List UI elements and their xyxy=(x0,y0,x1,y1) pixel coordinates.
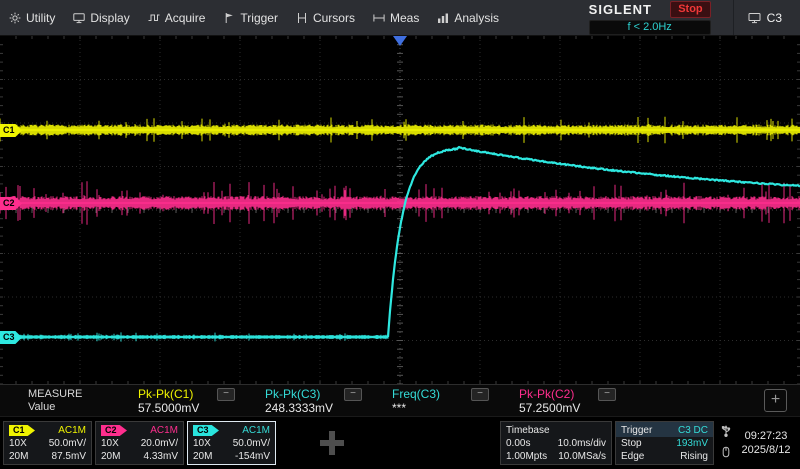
measure-label: Pk-Pk(C1) xyxy=(138,387,193,401)
top-menu-bar: Utility Display Acquire Trigger Cursors xyxy=(0,0,800,36)
menu-acquire[interactable]: Acquire xyxy=(139,0,215,35)
timebase-scale: 10.0ms/div xyxy=(558,438,606,449)
menu-analysis-label: Analysis xyxy=(454,11,499,25)
active-channel-indicator[interactable]: C3 xyxy=(733,0,796,35)
trigger-title: Trigger xyxy=(621,425,652,436)
measure-col-1: Pk-Pk(C1) − 57.5000mV xyxy=(112,385,239,416)
measure-value: 57.5000mV xyxy=(138,401,239,415)
measure-value: 57.2500mV xyxy=(519,401,620,415)
trigger-frequency-readout: f < 2.0Hz xyxy=(589,20,711,35)
channel-display-icon xyxy=(748,12,761,24)
channel-bandwidth: 20M xyxy=(9,451,28,462)
measure-add-button[interactable]: + xyxy=(764,389,787,412)
menu-meas[interactable]: Meas xyxy=(364,0,428,35)
channel-probe: 10X xyxy=(193,438,211,449)
channel-bandwidth: 20M xyxy=(193,451,212,462)
channel-offset: 4.33mV xyxy=(144,451,178,462)
bottom-status-bar: C1 AC1M 10X 50.0mV/ 20M 87.5mV C2 AC1M 1… xyxy=(0,417,800,469)
cursors-icon xyxy=(296,12,308,24)
measure-remove-button[interactable]: − xyxy=(598,388,616,401)
measure-value: *** xyxy=(392,401,493,415)
channel-bandwidth: 20M xyxy=(101,451,120,462)
measure-remove-button[interactable]: − xyxy=(471,388,489,401)
usb-icon xyxy=(720,424,732,442)
measure-value-row-label: Value xyxy=(28,401,112,413)
channel-coupling: AC1M xyxy=(58,425,86,436)
mouse-icon xyxy=(720,445,732,463)
channel-probe: 10X xyxy=(9,438,27,449)
clock-date: 2025/8/12 xyxy=(735,443,797,457)
analysis-icon xyxy=(437,12,449,24)
scope-graticule xyxy=(0,36,800,384)
channel-scale: 50.0mV/ xyxy=(233,438,270,449)
measure-value: 248.3333mV xyxy=(265,401,366,415)
timebase-sample-rate: 10.0MSa/s xyxy=(558,451,606,462)
channel-box-c2[interactable]: C2 AC1M 10X 20.0mV/ 20M 4.33mV xyxy=(95,421,184,465)
channel-probe: 10X xyxy=(101,438,119,449)
menu-cursors-label: Cursors xyxy=(313,11,355,25)
clock-time: 09:27:23 xyxy=(735,429,797,443)
menu-analysis[interactable]: Analysis xyxy=(428,0,508,35)
measure-bar: MEASURE Value Pk-Pk(C1) − 57.5000mV Pk-P… xyxy=(0,384,800,417)
channel-offset: -154mV xyxy=(235,451,270,462)
trigger-mode: Edge xyxy=(621,451,644,462)
peripheral-icons xyxy=(720,424,732,463)
channel-coupling: AC1M xyxy=(150,425,178,436)
menu-acquire-label: Acquire xyxy=(165,11,206,25)
main-menu: Utility Display Acquire Trigger Cursors xyxy=(0,0,508,35)
measure-title: MEASURE xyxy=(28,388,112,400)
menu-trigger-label: Trigger xyxy=(240,11,278,25)
measure-col-2: Pk-Pk(C3) − 248.3333mV xyxy=(239,385,366,416)
meas-icon xyxy=(373,12,385,24)
topbar-status-cluster: SIGLENT Stop f < 2.0Hz C3 xyxy=(589,0,800,35)
channel-scale: 20.0mV/ xyxy=(141,438,178,449)
timebase-box[interactable]: Timebase 0.00s 10.0ms/div 1.00Mpts 10.0M… xyxy=(500,421,612,465)
utility-icon xyxy=(9,12,21,24)
channel-badge-c2: C2 xyxy=(101,425,127,436)
brand-status-block: SIGLENT Stop f < 2.0Hz xyxy=(589,1,711,35)
waveform-display[interactable]: C1 C2 C3 xyxy=(0,36,800,384)
timebase-title: Timebase xyxy=(506,425,550,436)
menu-cursors[interactable]: Cursors xyxy=(287,0,364,35)
channel-badge-c3: C3 xyxy=(193,425,219,436)
measure-header-column: MEASURE Value xyxy=(0,385,112,416)
measure-label: Pk-Pk(C3) xyxy=(265,387,320,401)
trigger-level: 193mV xyxy=(676,438,708,449)
channel-box-c3[interactable]: C3 AC1M 10X 50.0mV/ 20M -154mV xyxy=(187,421,276,465)
active-channel-label: C3 xyxy=(767,11,782,25)
trigger-position-marker[interactable] xyxy=(393,36,407,46)
brand-logo: SIGLENT xyxy=(589,2,652,17)
acquisition-state-button[interactable]: Stop xyxy=(670,1,710,18)
channel-badge-c1: C1 xyxy=(9,425,35,436)
menu-trigger[interactable]: Trigger xyxy=(214,0,287,35)
measure-col-3: Freq(C3) − *** xyxy=(366,385,493,416)
clock: 09:27:23 2025/8/12 xyxy=(735,429,797,457)
trigger-status: Stop xyxy=(621,438,642,449)
channel-scale: 50.0mV/ xyxy=(49,438,86,449)
menu-display[interactable]: Display xyxy=(64,0,138,35)
menu-utility[interactable]: Utility xyxy=(0,0,64,35)
channel-box-c1[interactable]: C1 AC1M 10X 50.0mV/ 20M 87.5mV xyxy=(3,421,92,465)
timebase-delay: 0.00s xyxy=(506,438,530,449)
channel-offset: 87.5mV xyxy=(52,451,86,462)
menu-display-label: Display xyxy=(90,11,129,25)
trigger-box[interactable]: Trigger C3 DC Stop 193mV Edge Rising xyxy=(615,421,714,465)
trigger-slope: Rising xyxy=(680,451,708,462)
timebase-memory: 1.00Mpts xyxy=(506,451,547,462)
menu-utility-label: Utility xyxy=(26,11,55,25)
measure-remove-button[interactable]: − xyxy=(344,388,362,401)
add-channel-button[interactable] xyxy=(320,431,344,455)
acquire-icon xyxy=(148,12,160,24)
measure-col-4: Pk-Pk(C2) − 57.2500mV xyxy=(493,385,620,416)
trigger-flag-icon xyxy=(223,12,235,24)
measure-remove-button[interactable]: − xyxy=(217,388,235,401)
trigger-source-coupling: C3 DC xyxy=(678,425,708,436)
channel-coupling: AC1M xyxy=(242,425,270,436)
measure-label: Pk-Pk(C2) xyxy=(519,387,574,401)
display-icon xyxy=(73,12,85,24)
measure-label: Freq(C3) xyxy=(392,387,440,401)
menu-meas-label: Meas xyxy=(390,11,419,25)
